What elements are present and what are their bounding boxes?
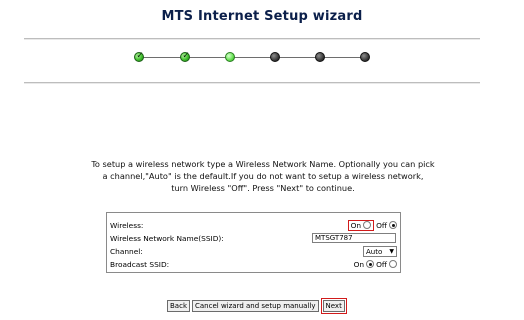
instructions-line-1: To setup a wireless network type a Wirel… <box>91 159 435 169</box>
setup-wizard-page: MTS Internet Setup wizard ✓ ✓ To setup a… <box>0 0 524 320</box>
ssid-label: Wireless Network Name(SSID): <box>110 234 224 243</box>
next-button-highlight: Next <box>320 298 347 314</box>
step-5-pending <box>315 52 325 62</box>
progress-line <box>140 57 365 58</box>
wireless-row: Wireless: On Off <box>107 219 400 232</box>
broadcast-ssid-toggle: On Off <box>354 258 397 270</box>
progress-steps: ✓ ✓ <box>0 0 524 80</box>
wireless-on-label: On <box>350 220 362 230</box>
channel-label: Channel: <box>110 247 143 256</box>
broadcast-off-label: Off <box>376 259 387 269</box>
step-2-complete: ✓ <box>180 51 190 62</box>
ssid-row: Wireless Network Name(SSID): MTSGT787 <box>107 232 400 245</box>
instructions-text: To setup a wireless network type a Wirel… <box>80 158 446 194</box>
next-button[interactable]: Next <box>322 300 345 312</box>
broadcast-on-label: On <box>353 259 365 269</box>
step-1-complete: ✓ <box>134 51 144 62</box>
broadcast-ssid-label: Broadcast SSID: <box>110 260 170 269</box>
wireless-settings-form: Wireless: On Off Wireless Network Name(S… <box>106 212 401 273</box>
channel-select[interactable]: Auto ▼ <box>363 246 397 257</box>
wireless-off-label: Off <box>376 220 387 230</box>
step-3-current <box>225 52 235 62</box>
broadcast-ssid-row: Broadcast SSID: On Off <box>107 258 400 271</box>
wireless-on-radio[interactable] <box>363 221 372 229</box>
wireless-off-radio[interactable] <box>389 221 397 229</box>
bottom-divider <box>24 82 480 84</box>
channel-row: Channel: Auto ▼ <box>107 245 400 258</box>
chevron-down-icon: ▼ <box>389 247 394 255</box>
wizard-buttons: Back Cancel wizard and setup manually Ne… <box>167 298 347 314</box>
wireless-label: Wireless: <box>110 221 144 230</box>
instructions-line-2: a channel,"Auto" is the default.If you d… <box>102 171 424 181</box>
ssid-input[interactable]: MTSGT787 <box>312 233 396 243</box>
instructions-line-3: turn Wireless "Off". Press "Next" to con… <box>171 183 355 193</box>
channel-value: Auto <box>366 247 383 256</box>
cancel-wizard-button[interactable]: Cancel wizard and setup manually <box>192 300 319 312</box>
wireless-on-highlight: On <box>347 219 375 231</box>
broadcast-on-radio[interactable] <box>366 260 375 268</box>
step-6-pending <box>360 52 370 62</box>
check-icon: ✓ <box>182 51 190 61</box>
step-4-pending <box>270 52 280 62</box>
check-icon: ✓ <box>136 51 144 61</box>
back-button[interactable]: Back <box>167 300 190 312</box>
broadcast-off-radio[interactable] <box>389 260 397 268</box>
wireless-toggle: On Off <box>347 219 397 231</box>
